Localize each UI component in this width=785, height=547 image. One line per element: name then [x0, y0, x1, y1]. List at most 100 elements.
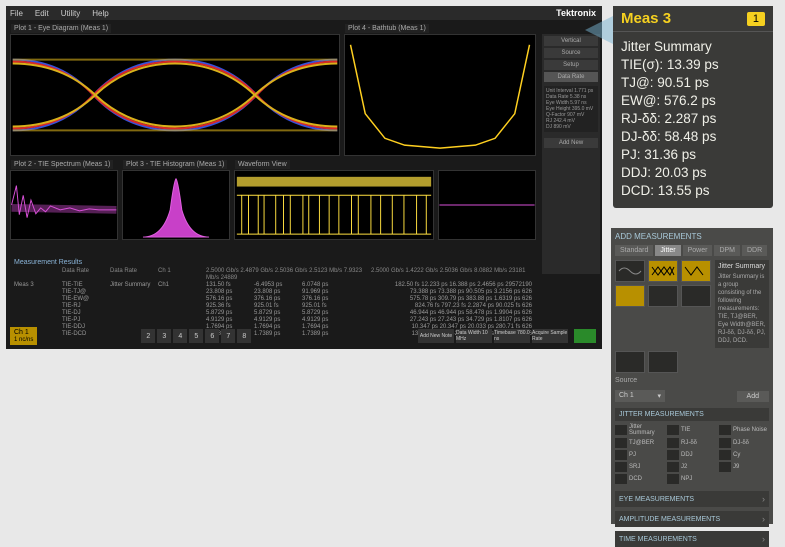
extra-svg [439, 171, 535, 239]
menu-help[interactable]: Help [92, 9, 108, 18]
source-label: Source [615, 377, 769, 384]
callout-pointer-icon [585, 16, 613, 44]
meas-item[interactable]: DCD [615, 474, 665, 484]
menu-edit[interactable]: Edit [35, 9, 49, 18]
section-amplitude[interactable]: AMPLITUDE MEASUREMENTS› [615, 511, 769, 527]
meas-icon [615, 462, 627, 472]
callout-line: TIE(σ): 13.39 ps [621, 56, 765, 74]
table-row: TIE-RJ925.36 fs925.01 fs925.01 fs824.76 … [14, 303, 532, 310]
tab-dpm[interactable]: DPM [714, 245, 740, 256]
callout-line: DJ-δδ: 58.48 ps [621, 128, 765, 146]
table-row: TIE-PJ4.9129 ps4.9129 ps4.9129 ps27.243 … [14, 317, 532, 324]
meas-item[interactable]: RJ-δδ [667, 438, 717, 448]
ctrl-acquire[interactable]: Acquire Sample Rate [532, 329, 568, 343]
meas-item[interactable]: J9 [719, 462, 769, 472]
preview-thumb[interactable] [681, 260, 711, 282]
tab-standard[interactable]: Standard [615, 245, 653, 256]
preview-thumb[interactable] [648, 285, 678, 307]
chevron-right-icon: › [762, 514, 765, 524]
callout-line: RJ-δδ: 2.287 ps [621, 110, 765, 128]
menubar: File Edit Utility Help [6, 6, 602, 20]
plot-bathtub[interactable]: Plot 4 - Bathtub (Meas 1) [344, 34, 536, 156]
plot-bathtub-title: Plot 4 - Bathtub (Meas 1) [345, 24, 429, 33]
sidebar-source[interactable]: Source [544, 48, 598, 58]
meas-icon [667, 425, 679, 435]
slot-6[interactable]: 6 [205, 329, 219, 343]
plot-waveform-view[interactable]: Waveform View [234, 170, 434, 240]
measurement-results-panel: Measurement Results Data Rate Data Rate … [10, 255, 536, 335]
channel-badge[interactable]: Ch 11 nc/ns [10, 327, 37, 345]
source-select[interactable]: Ch 1▾ [615, 390, 665, 402]
meas-icon [615, 474, 627, 484]
meas-results-title: Measurement Results [14, 259, 532, 266]
section-eye[interactable]: EYE MEASUREMENTS› [615, 491, 769, 507]
ctrl-timebase[interactable]: Timebase 780.0 ns [494, 329, 530, 343]
meas-icon [667, 462, 679, 472]
ctrl-note[interactable]: Add New Note [418, 329, 454, 343]
meas-item[interactable]: Jitter Summary [615, 424, 665, 436]
preview-thumb[interactable] [648, 351, 678, 373]
plot-extra[interactable] [438, 170, 536, 240]
add-measurements-panel: ADD MEASUREMENTS Standard Jitter Power D… [611, 228, 773, 524]
meas-icon [719, 450, 731, 460]
slot-4[interactable]: 4 [173, 329, 187, 343]
meas-icon [615, 450, 627, 460]
add-button[interactable]: Add [737, 391, 769, 402]
slot-3[interactable]: 3 [157, 329, 171, 343]
meas-item[interactable]: Cy [719, 450, 769, 460]
meas-icon [615, 425, 627, 435]
tab-ddr[interactable]: DDR [742, 245, 767, 256]
run-button[interactable] [574, 329, 596, 343]
preview-thumb-selected[interactable] [648, 260, 678, 282]
preview-thumb[interactable] [615, 351, 645, 373]
oscilloscope-window: File Edit Utility Help Tektronix Plot 1 … [6, 6, 602, 349]
callout-line: DCD: 13.55 ps [621, 182, 765, 200]
tab-power[interactable]: Power [683, 245, 713, 256]
chevron-right-icon: › [762, 494, 765, 504]
callout-summary-title: Jitter Summary [621, 38, 765, 56]
sidebar-add-new[interactable]: Add New [544, 138, 598, 148]
sidebar-info-label: Data Rate [544, 72, 598, 82]
callout-line: PJ: 31.36 ps [621, 146, 765, 164]
meas-icon [615, 438, 627, 448]
preview-thumb[interactable] [615, 285, 645, 307]
preview-thumb[interactable] [615, 260, 645, 282]
spectrum-svg [11, 171, 117, 239]
meas-item[interactable]: NPJ [667, 474, 717, 484]
slot-8[interactable]: 8 [237, 329, 251, 343]
meas-item[interactable]: DDJ [667, 450, 717, 460]
plot-spectrum-title: Plot 2 - TIE Spectrum (Meas 1) [11, 160, 113, 169]
slot-5[interactable]: 5 [189, 329, 203, 343]
sidebar-setup[interactable]: Setup [544, 60, 598, 70]
addmeas-title: ADD MEASUREMENTS [615, 232, 769, 241]
meas-item[interactable]: PJ [615, 450, 665, 460]
meas-item[interactable]: SRJ [615, 462, 665, 472]
meas-icon [667, 474, 679, 484]
meas-icon [719, 438, 731, 448]
preview-thumb[interactable] [681, 285, 711, 307]
section-jitter[interactable]: JITTER MEASUREMENTS [615, 408, 769, 421]
menu-utility[interactable]: Utility [61, 9, 81, 18]
ctrl-datawidth[interactable]: Data Width 10 MHz [456, 329, 492, 343]
tab-jitter[interactable]: Jitter [655, 245, 680, 256]
meas-item[interactable]: TJ@BER [615, 438, 665, 448]
slot-2[interactable]: 2 [141, 329, 155, 343]
preview-description: Jitter Summary Jitter Summary is a group… [715, 260, 769, 348]
meas-item[interactable]: J2 [667, 462, 717, 472]
plot-eye-diagram[interactable]: Plot 1 - Eye Diagram (Meas 1) [10, 34, 340, 156]
table-row: TIE-DJ5.8729 ps5.8729 ps5.8729 ps46.944 … [14, 310, 532, 317]
plot-eye-title: Plot 1 - Eye Diagram (Meas 1) [11, 24, 111, 33]
section-time[interactable]: TIME MEASUREMENTS› [615, 531, 769, 547]
menu-file[interactable]: File [10, 9, 23, 18]
meas-item[interactable]: TIE [667, 424, 717, 436]
meas-item[interactable]: Phase Noise [719, 424, 769, 436]
callout-line: DDJ: 20.03 ps [621, 164, 765, 182]
meas-icon [667, 450, 679, 460]
callout-badge: 1 [747, 12, 765, 26]
bathtub-svg [345, 35, 535, 155]
slot-7[interactable]: 7 [221, 329, 235, 343]
sidebar-stats: Unit Interval 1.771 ps Data Rate 5.38 ns… [544, 86, 598, 132]
plot-tie-histogram[interactable]: Plot 3 - TIE Histogram (Meas 1) [122, 170, 230, 240]
plot-tie-spectrum[interactable]: Plot 2 - TIE Spectrum (Meas 1) [10, 170, 118, 240]
meas-item[interactable]: DJ-δδ [719, 438, 769, 448]
